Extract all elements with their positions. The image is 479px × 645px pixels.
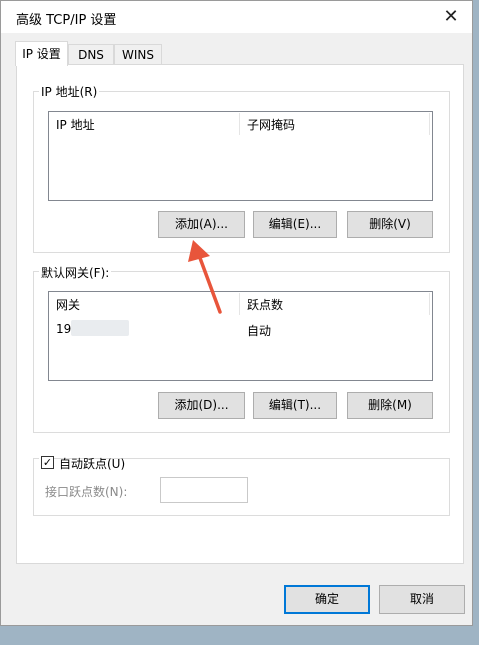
annotation-arrow-icon (188, 240, 222, 314)
tab-ip-settings[interactable]: IP 设置 (15, 41, 68, 66)
tab-label: IP 设置 (22, 47, 61, 61)
